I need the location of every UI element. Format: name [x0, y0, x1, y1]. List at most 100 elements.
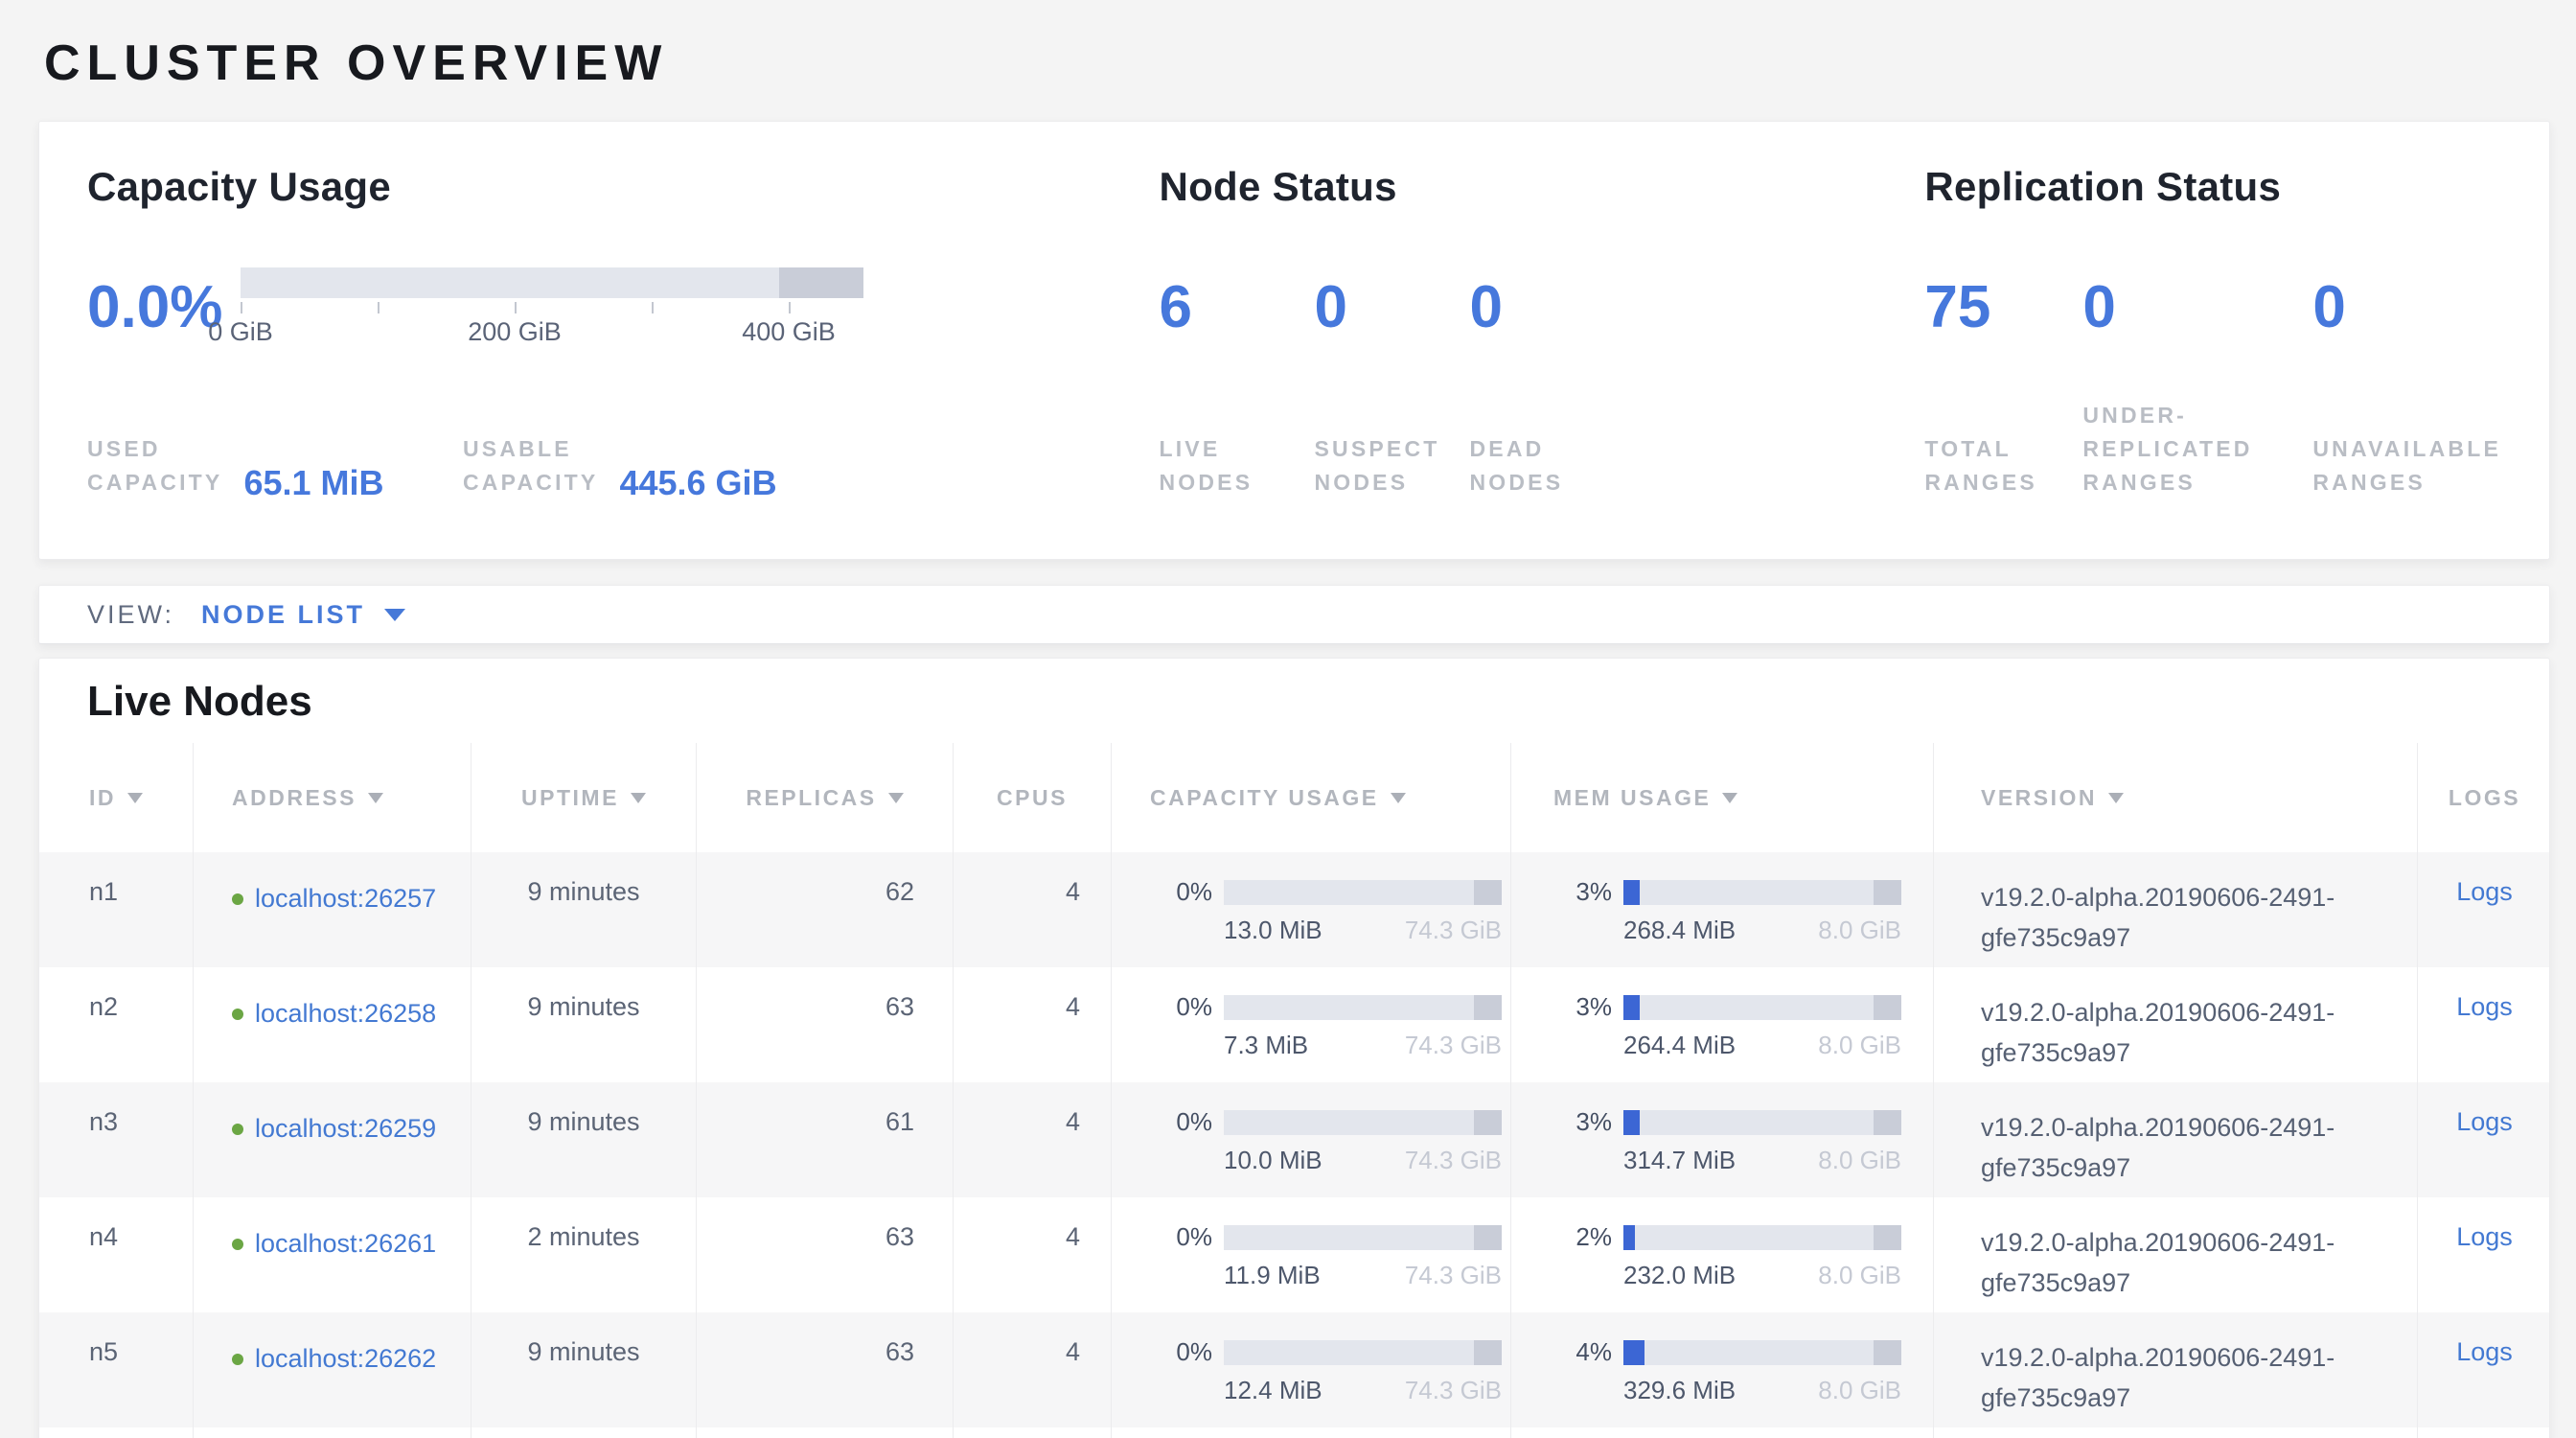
- column-header-mem-usage[interactable]: MEM USAGE: [1510, 743, 1933, 852]
- logs-link[interactable]: Logs: [2456, 992, 2513, 1021]
- capacity-usage-percent: 0%: [1150, 877, 1212, 907]
- node-status-stat: 0SUSPECTNODES: [1314, 267, 1469, 499]
- node-address-link[interactable]: localhost:26262: [255, 1344, 436, 1373]
- capacity-usage-max-value: 74.3 GiB: [1405, 1376, 1502, 1405]
- capacity-usage-max-value: 74.3 GiB: [1405, 1031, 1502, 1060]
- capacity-usage-bar-row: 0%: [1150, 992, 1510, 1022]
- cluster-overview-page: CLUSTER OVERVIEW Capacity Usage 0.0% 0 G…: [0, 0, 2576, 1438]
- mem-usage-used-value: 314.7 MiB: [1623, 1146, 1736, 1175]
- node-logs-cell: Logs: [2417, 852, 2550, 967]
- column-header-capacity-usage[interactable]: CAPACITY USAGE: [1111, 743, 1510, 852]
- column-header-label: VERSION: [1981, 785, 2097, 811]
- node-status-stats: 6LIVENODES0SUSPECTNODES0DEADNODES: [1159, 267, 1924, 499]
- column-header-id[interactable]: ID: [39, 743, 193, 852]
- node-status-stat: 0DEADNODES: [1469, 267, 1624, 499]
- capacity-usage-bar-reserved-segment: [1474, 1225, 1502, 1250]
- partial-row-cell: [1933, 1427, 2417, 1438]
- mem-usage-bar-reserved-segment: [1874, 1110, 1901, 1135]
- node-address-link[interactable]: localhost:26257: [255, 884, 436, 913]
- axis-tick-label: 200 GiB: [468, 317, 562, 347]
- column-header-uptime[interactable]: UPTIME: [471, 743, 696, 852]
- capacity-usage-used-value: 11.9 MiB: [1224, 1261, 1321, 1290]
- node-address-cell: localhost:26257: [193, 852, 471, 967]
- mem-usage-bar-track: [1623, 995, 1901, 1020]
- capacity-stat-value: 445.6 GiB: [619, 467, 776, 499]
- capacity-usage-bar-track: [1224, 1225, 1502, 1250]
- capacity-usage-percent: 0%: [1150, 1222, 1212, 1252]
- mem-usage-percent: 3%: [1550, 1107, 1612, 1137]
- node-status-stat-value: 6: [1159, 277, 1314, 338]
- view-label: VIEW:: [87, 600, 174, 630]
- node-replicas-cell: 63: [696, 1312, 953, 1427]
- node-capacity-usage-cell: 0%10.0 MiB74.3 GiB: [1111, 1082, 1510, 1197]
- capacity-usage-bar-reserved-segment: [1474, 1340, 1502, 1365]
- capacity-usage-values: 12.4 MiB 74.3 GiB: [1224, 1376, 1502, 1405]
- column-header-logs[interactable]: LOGS: [2417, 743, 2550, 852]
- node-version-cell: v19.2.0-alpha.20190606-2491-gfe735c9a97: [1933, 1082, 2417, 1197]
- live-status-dot-icon: [232, 1354, 243, 1365]
- capacity-usage-bar-track: [1224, 1340, 1502, 1365]
- capacity-usage: 0%10.0 MiB74.3 GiB: [1150, 1107, 1510, 1175]
- view-dropdown-value: NODE LIST: [201, 600, 365, 630]
- sort-arrow-icon: [127, 793, 143, 803]
- partial-row-cell: [193, 1427, 471, 1438]
- node-logs-cell: Logs: [2417, 1312, 2550, 1427]
- capacity-stat: USEDCAPACITY65.1 MiB: [87, 432, 463, 499]
- column-header-version[interactable]: VERSION: [1933, 743, 2417, 852]
- logs-link[interactable]: Logs: [2456, 1107, 2513, 1136]
- mem-usage-bar-reserved-segment: [1874, 1225, 1901, 1250]
- capacity-stat-value: 65.1 MiB: [243, 467, 383, 499]
- node-cpus-cell: 4: [953, 967, 1111, 1082]
- table-row: n4localhost:262612 minutes6340%11.9 MiB7…: [39, 1197, 2549, 1312]
- node-id-cell: n4: [39, 1197, 193, 1312]
- node-id-cell: n5: [39, 1312, 193, 1427]
- mem-usage: 2%232.0 MiB8.0 GiB: [1550, 1222, 1933, 1290]
- sort-arrow-icon: [1391, 793, 1406, 803]
- mem-usage-bar-row: 4%: [1550, 1337, 1933, 1367]
- node-status-stat-label: SUSPECTNODES: [1314, 432, 1469, 499]
- table-partial-row: [39, 1427, 2549, 1438]
- capacity-usage-bar-reserved-segment: [1474, 880, 1502, 905]
- sort-arrow-icon: [2108, 793, 2124, 803]
- partial-row-cell: [953, 1427, 1111, 1438]
- mem-usage: 3%268.4 MiB8.0 GiB: [1550, 877, 1933, 945]
- capacity-usage-bar-row: 0%: [1150, 1222, 1510, 1252]
- node-address-link[interactable]: localhost:26258: [255, 999, 436, 1028]
- capacity-usage-heading: Capacity Usage: [87, 164, 1159, 210]
- capacity-usage-max-value: 74.3 GiB: [1405, 1261, 1502, 1290]
- node-address-link[interactable]: localhost:26259: [255, 1114, 436, 1143]
- partial-row-cell: [39, 1427, 193, 1438]
- logs-link[interactable]: Logs: [2456, 1337, 2513, 1366]
- column-header-cpus[interactable]: CPUS: [953, 743, 1111, 852]
- mem-usage-used-value: 264.4 MiB: [1623, 1031, 1736, 1060]
- node-capacity-usage-cell: 0%7.3 MiB74.3 GiB: [1111, 967, 1510, 1082]
- node-address-link[interactable]: localhost:26261: [255, 1229, 436, 1258]
- logs-link[interactable]: Logs: [2456, 877, 2513, 906]
- capacity-usage-bar-row: 0%: [1150, 1107, 1510, 1137]
- mem-usage-percent: 3%: [1550, 992, 1612, 1022]
- node-uptime-cell: 2 minutes: [471, 1197, 696, 1312]
- view-dropdown[interactable]: NODE LIST: [201, 600, 405, 630]
- node-replicas-cell: 63: [696, 1197, 953, 1312]
- logs-link[interactable]: Logs: [2456, 1222, 2513, 1251]
- node-uptime-cell: 9 minutes: [471, 967, 696, 1082]
- replication-status-stats: 75TOTALRANGES0UNDER-REPLICATEDRANGES0UNA…: [1924, 267, 2501, 499]
- capacity-usage-bar-row: 0%: [1150, 877, 1510, 907]
- capacity-usage-used-value: 12.4 MiB: [1224, 1376, 1322, 1405]
- partial-row-cell: [2417, 1427, 2550, 1438]
- node-status-section: Node Status 6LIVENODES0SUSPECTNODES0DEAD…: [1159, 164, 1924, 499]
- axis-tick: [652, 302, 654, 313]
- column-header-label: CPUS: [997, 785, 1068, 811]
- mem-usage-max-value: 8.0 GiB: [1818, 1146, 1901, 1175]
- partial-row-cell: [1510, 1427, 1933, 1438]
- column-header-label: ID: [89, 785, 116, 811]
- live-status-dot-icon: [232, 1239, 243, 1250]
- node-address-cell: localhost:26258: [193, 967, 471, 1082]
- column-header-address[interactable]: ADDRESS: [193, 743, 471, 852]
- chevron-down-icon: [384, 609, 405, 621]
- node-mem-usage-cell: 3%264.4 MiB8.0 GiB: [1510, 967, 1933, 1082]
- mem-usage-bar-fill: [1623, 1340, 1644, 1365]
- column-header-replicas[interactable]: REPLICAS: [696, 743, 953, 852]
- mem-usage: 3%264.4 MiB8.0 GiB: [1550, 992, 1933, 1060]
- capacity-usage: 0%13.0 MiB74.3 GiB: [1150, 877, 1510, 945]
